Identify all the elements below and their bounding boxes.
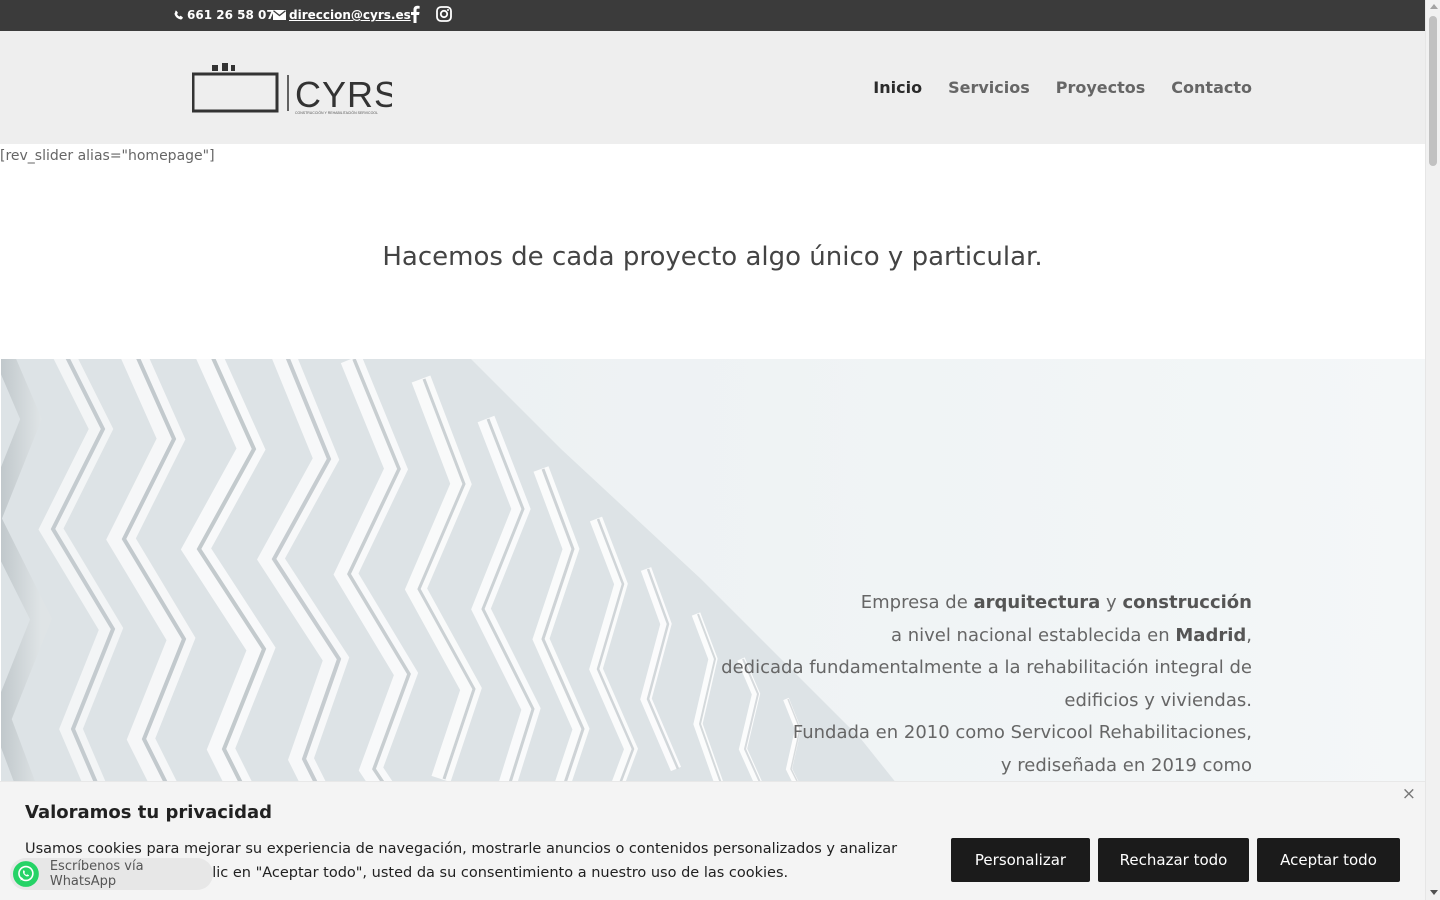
logo-tagline: CONSTRUCCIÓN Y REHABILITACIÓN SERVICOOL xyxy=(295,110,378,115)
phone-icon xyxy=(174,10,183,20)
scroll-down-icon[interactable] xyxy=(1430,890,1438,895)
close-icon[interactable]: × xyxy=(1402,784,1416,804)
hero-line-5: Fundada en 2010 como Servicool Rehabilit… xyxy=(792,722,1252,743)
hero-line-3: dedicada fundamentalmente a la rehabilit… xyxy=(721,657,1252,678)
hero-line-4: edificios y viviendas. xyxy=(1064,689,1252,711)
hero-section: Empresa de arquitectura y construcción a… xyxy=(1,359,1425,789)
hero-keyword-construccion: construcción xyxy=(1122,592,1252,613)
cookie-consent-banner: Valoramos tu privacidad Usamos cookies p… xyxy=(0,781,1425,900)
hero-keyword-arquitectura: arquitectura xyxy=(973,592,1101,613)
hero-line-2: a nivel nacional establecida en Madrid, xyxy=(890,624,1252,646)
hero-description: Empresa de arquitectura y construcción a… xyxy=(692,587,1252,782)
reject-all-button[interactable]: Rechazar todo xyxy=(1098,838,1249,882)
hero-keyword-madrid: Madrid xyxy=(1175,624,1247,646)
email-link[interactable]: direccion@cyrs.es xyxy=(289,8,411,22)
top-bar: 661 26 58 07 direccion@cyrs.es xyxy=(0,0,1425,31)
cookie-title: Valoramos tu privacidad xyxy=(25,802,273,823)
phone-contact[interactable]: 661 26 58 07 xyxy=(173,8,275,22)
slider-shortcode-text: [rev_slider alias="homepage"] xyxy=(0,148,215,164)
whatsapp-icon xyxy=(13,861,39,887)
cyrs-logo[interactable]: CYRS CONSTRUCCIÓN Y REHABILITACIÓN SERVI… xyxy=(192,61,392,117)
phone-number: 661 26 58 07 xyxy=(187,8,275,22)
nav-item-proyectos[interactable]: Proyectos xyxy=(1056,78,1146,97)
customize-button[interactable]: Personalizar xyxy=(951,838,1090,882)
nav-item-servicios[interactable]: Servicios xyxy=(948,78,1030,97)
email-contact[interactable]: direccion@cyrs.es xyxy=(273,8,411,22)
scrollbar-thumb[interactable] xyxy=(1429,16,1437,166)
logo-text: CYRS xyxy=(295,74,392,115)
scroll-up-icon[interactable] xyxy=(1430,4,1438,9)
site-header: CYRS CONSTRUCCIÓN Y REHABILITACIÓN SERVI… xyxy=(0,31,1425,144)
hero-line-1: Empresa de arquitectura y construcción xyxy=(860,592,1252,613)
hero-line-6: y rediseñada en 2019 como xyxy=(1000,754,1252,776)
main-nav: Inicio Servicios Proyectos Contacto xyxy=(873,78,1252,97)
page-scrollbar[interactable] xyxy=(1425,0,1440,900)
whatsapp-label: Escríbenos vía WhatsApp xyxy=(49,859,144,889)
facebook-icon[interactable] xyxy=(408,5,422,23)
accept-all-button[interactable]: Aceptar todo xyxy=(1257,838,1400,882)
page-headline: Hacemos de cada proyecto algo único y pa… xyxy=(382,242,1043,272)
nav-item-contacto[interactable]: Contacto xyxy=(1171,78,1252,97)
instagram-icon[interactable] xyxy=(436,6,452,22)
mail-icon xyxy=(273,10,286,20)
nav-item-inicio[interactable]: Inicio xyxy=(873,78,922,97)
whatsapp-chat-button[interactable]: Escríbenos vía WhatsApp xyxy=(10,858,213,890)
